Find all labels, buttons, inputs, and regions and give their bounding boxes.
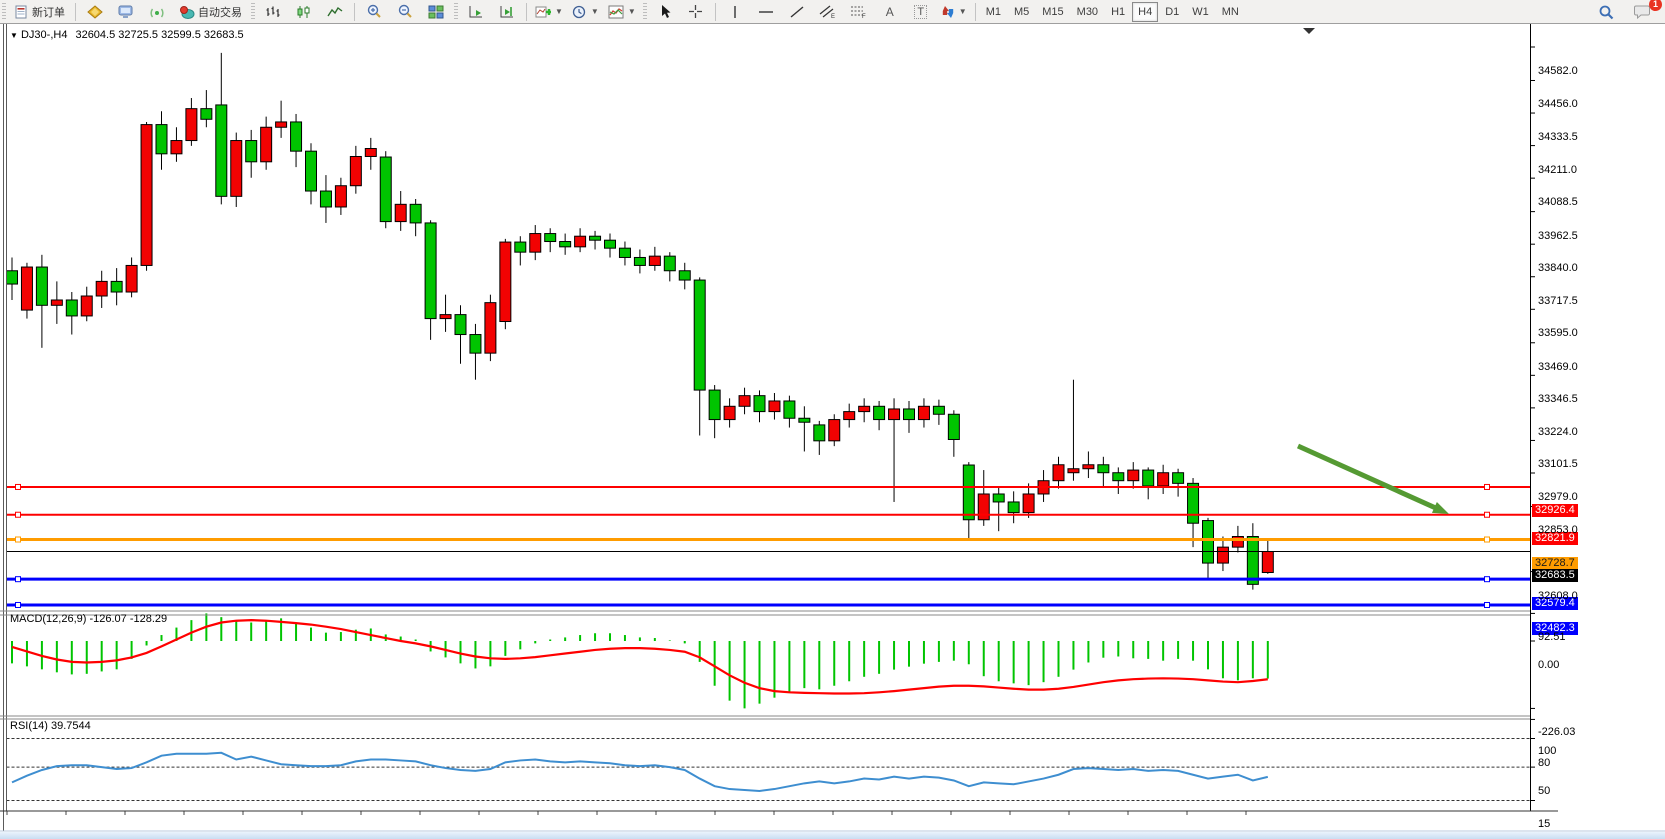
timeframe-h1-button[interactable]: H1: [1105, 2, 1131, 22]
bar-chart-icon: [265, 5, 281, 19]
signals-button[interactable]: [142, 1, 172, 23]
toolbar-drag-handle: [251, 3, 255, 21]
chart-shift-icon: [499, 5, 515, 19]
chart-symbol: DJ30-,H4: [21, 29, 67, 41]
candlestick-icon: [296, 5, 312, 19]
auto-trading-icon: [179, 5, 195, 19]
crosshair-icon: [688, 4, 703, 19]
rsi-indicator-label: RSI(14) 39.7544: [10, 720, 91, 732]
arrows-tool-button[interactable]: ▼: [937, 1, 971, 23]
mt4-window: 新订单 自动交易: [0, 0, 1665, 839]
separator: [75, 3, 76, 21]
auto-scroll-button[interactable]: [461, 1, 491, 23]
window-bottom-edge: [0, 832, 1665, 839]
timeframe-m30-button[interactable]: M30: [1071, 2, 1104, 22]
market-button[interactable]: [80, 1, 110, 23]
channel-tool-button[interactable]: E: [813, 1, 843, 23]
chevron-down-icon: ▼: [555, 7, 563, 16]
zoom-out-button[interactable]: [390, 1, 420, 23]
cursor-icon: [658, 4, 672, 19]
separator: [354, 3, 355, 21]
auto-trading-label: 自动交易: [198, 4, 242, 20]
separator: [526, 3, 527, 21]
crosshair-button[interactable]: [681, 1, 711, 23]
chart-shift-button[interactable]: [492, 1, 522, 23]
horizontal-line-icon: [758, 5, 774, 19]
zoom-in-icon: [366, 4, 382, 19]
chart-canvas: [0, 24, 1665, 839]
timeframe-h4-button[interactable]: H4: [1132, 2, 1158, 22]
text-tool-button[interactable]: A: [875, 1, 905, 23]
timeframe-d1-button[interactable]: D1: [1159, 2, 1185, 22]
cursor-button[interactable]: [650, 1, 680, 23]
new-order-icon: [15, 5, 29, 19]
new-order-button[interactable]: 新订单: [9, 1, 71, 23]
chat-icon: [1634, 4, 1651, 19]
equidistant-channel-icon: E: [819, 4, 836, 19]
gold-icon: [87, 5, 103, 19]
chevron-down-icon: ▼: [591, 7, 599, 16]
clock-icon: [572, 5, 587, 19]
text-tool-icon: A: [886, 5, 894, 19]
templates-button[interactable]: ▼: [604, 1, 640, 23]
toolbar-drag-handle: [643, 3, 647, 21]
separator: [975, 3, 976, 21]
tile-windows-button[interactable]: [421, 1, 451, 23]
chevron-down-icon: ▼: [959, 7, 967, 16]
template-icon: [608, 5, 624, 19]
label-tool-icon: T: [914, 5, 927, 19]
bar-chart-button[interactable]: [258, 1, 288, 23]
chart-ohlc-values: 32604.5 32725.5 32599.5 32683.5: [75, 29, 243, 41]
timeframe-m5-button[interactable]: M5: [1008, 2, 1035, 22]
toolbar: 新订单 自动交易: [0, 0, 1665, 24]
collapse-caret-icon[interactable]: ▼: [10, 31, 18, 40]
signal-icon: [149, 5, 165, 19]
vertical-line-icon: [729, 5, 741, 19]
svg-text:F: F: [862, 14, 866, 19]
macd-indicator-label: MACD(12,26,9) -126.07 -128.29: [10, 613, 167, 625]
toolbar-drag-handle: [2, 3, 6, 21]
auto-scroll-icon: [468, 5, 484, 19]
chart-area[interactable]: 32926.432821.932728.732579.432482.332683…: [0, 24, 1665, 832]
arrows-tool-icon: [941, 5, 955, 19]
search-button[interactable]: [1591, 1, 1621, 23]
separator: [715, 3, 716, 21]
line-chart-icon: [327, 5, 343, 19]
chevron-down-icon: ▼: [628, 7, 636, 16]
monitor-icon: [118, 5, 134, 19]
horizontal-line-tool-button[interactable]: [751, 1, 781, 23]
chat-button[interactable]: 1: [1627, 1, 1657, 23]
notification-badge: 1: [1649, 0, 1662, 11]
timeframe-w1-button[interactable]: W1: [1186, 2, 1215, 22]
zoom-in-button[interactable]: [359, 1, 389, 23]
zoom-out-icon: [397, 4, 413, 19]
timeframe-m15-button[interactable]: M15: [1036, 2, 1069, 22]
tile-windows-icon: [428, 5, 444, 19]
chart-title: ▼ DJ30-,H4 32604.5 32725.5 32599.5 32683.…: [10, 29, 244, 41]
search-icon: [1598, 4, 1614, 20]
new-order-label: 新订单: [32, 4, 65, 20]
timeframe-mn-button[interactable]: MN: [1216, 2, 1245, 22]
periods-button[interactable]: ▼: [568, 1, 603, 23]
svg-text:E: E: [831, 14, 835, 19]
fibonacci-tool-button[interactable]: F: [844, 1, 874, 23]
add-indicator-icon: [535, 5, 551, 19]
terminal-button[interactable]: [111, 1, 141, 23]
trendline-icon: [789, 5, 805, 19]
toolbar-drag-handle: [454, 3, 458, 21]
candlestick-chart-button[interactable]: [289, 1, 319, 23]
line-chart-button[interactable]: [320, 1, 350, 23]
timeframe-m1-button[interactable]: M1: [980, 2, 1007, 22]
fibonacci-icon: F: [850, 4, 867, 19]
auto-trading-button[interactable]: 自动交易: [173, 1, 248, 23]
label-tool-button[interactable]: T: [906, 1, 936, 23]
vertical-line-tool-button[interactable]: [720, 1, 750, 23]
indicators-button[interactable]: ▼: [531, 1, 567, 23]
trendline-tool-button[interactable]: [782, 1, 812, 23]
